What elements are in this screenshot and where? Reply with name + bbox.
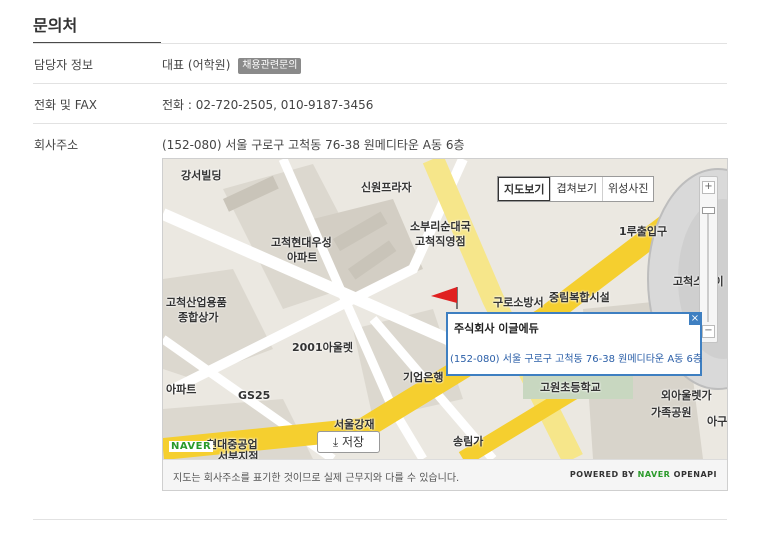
map-label: 고원초등학교 xyxy=(540,381,601,394)
map-label: 외아울렛가 xyxy=(661,389,712,402)
map-background xyxy=(163,159,727,459)
info-company-name: 주식회사 이글에듀 xyxy=(454,322,539,335)
address-label: 회사주소 xyxy=(34,138,79,152)
download-icon: ⤓ xyxy=(332,435,339,449)
powered-by: POWERED BY NAVER OPENAPI xyxy=(570,470,717,479)
map-label: 1루출입구 xyxy=(619,225,668,238)
save-map-button[interactable]: ⤓ 저장 xyxy=(317,431,380,453)
section-title: 문의처 xyxy=(33,16,78,35)
map-footer: 지도는 회사주소를 표기한 것이므로 실제 근무지와 다를 수 있습니다. PO… xyxy=(163,459,727,490)
phone-fax-value: 전화 : 02-720-2505, 010-9187-3456 xyxy=(162,98,374,112)
info-address: (152-080) 서울 구로구 고척동 76-38 원메디타운 A동 6층 xyxy=(450,354,703,365)
map[interactable]: 강서빌딩 신원프라자 소부리순대국 고척직영점 고척현대우성 아파트 고척산업용… xyxy=(162,158,728,491)
map-label: 기업은행 xyxy=(403,371,444,384)
zoom-handle[interactable] xyxy=(702,207,715,214)
location-info-window: 주식회사 이글에듀 (152-080) 서울 구로구 고척동 76-38 원메디… xyxy=(446,312,702,376)
zoom-out-button[interactable]: − xyxy=(702,325,715,338)
map-label: 강서빌딩 xyxy=(181,169,222,182)
map-label: 종합상가 xyxy=(178,311,219,324)
map-label: 2001아울렛 xyxy=(292,341,353,354)
divider xyxy=(33,83,727,84)
save-label: 저장 xyxy=(342,435,365,449)
map-label: 가족공원 xyxy=(651,406,692,419)
map-label: 아파트 xyxy=(287,251,318,264)
map-view-button[interactable]: 지도보기 xyxy=(498,177,551,201)
map-label: 고척직영점 xyxy=(415,235,466,248)
map-label: 고척산업용품 xyxy=(166,296,227,309)
map-type-switcher: 지도보기 겹쳐보기 위성사진 xyxy=(497,176,655,202)
map-label: 중림복합시설 xyxy=(549,291,610,304)
map-label: GS25 xyxy=(238,389,271,402)
contact-value: 대표 (어학원) 채용관련문의 xyxy=(162,56,302,74)
zoom-track[interactable] xyxy=(707,207,709,322)
map-label: 아파트 xyxy=(166,383,197,396)
map-label: 고척현대우성 xyxy=(271,236,332,249)
contact-value-text: 대표 (어학원) xyxy=(162,58,231,72)
divider xyxy=(33,519,727,520)
map-label: 서울강재 xyxy=(334,418,375,431)
powered-naver: NAVER xyxy=(637,470,671,479)
map-label: 신원프라자 xyxy=(361,181,412,194)
zoom-in-button[interactable]: + xyxy=(702,181,715,194)
phone-fax-label: 전화 및 FAX xyxy=(34,98,97,112)
hybrid-view-button[interactable]: 겹쳐보기 xyxy=(550,177,601,201)
divider xyxy=(33,123,727,124)
map-label: 송림가 xyxy=(453,435,484,448)
satellite-view-button[interactable]: 위성사진 xyxy=(601,177,653,201)
map-label: 구로소방서 xyxy=(493,296,544,309)
info-close-button[interactable]: × xyxy=(689,313,701,325)
naver-logo: NAVER xyxy=(169,441,214,452)
recruit-inquiry-badge[interactable]: 채용관련문의 xyxy=(238,58,302,74)
map-label: 아구 xyxy=(707,415,728,428)
powered-by-text: POWERED BY xyxy=(569,470,635,479)
divider xyxy=(33,43,727,44)
powered-openapi: OPENAPI xyxy=(673,470,717,479)
address-value: (152-080) 서울 구로구 고척동 76-38 원메디타운 A동 6층 xyxy=(162,138,465,152)
map-label: 소부리순대국 xyxy=(410,220,471,233)
map-disclaimer: 지도는 회사주소를 표기한 것이므로 실제 근무지와 다를 수 있습니다. xyxy=(173,473,460,484)
contact-label: 담당자 정보 xyxy=(34,58,94,72)
